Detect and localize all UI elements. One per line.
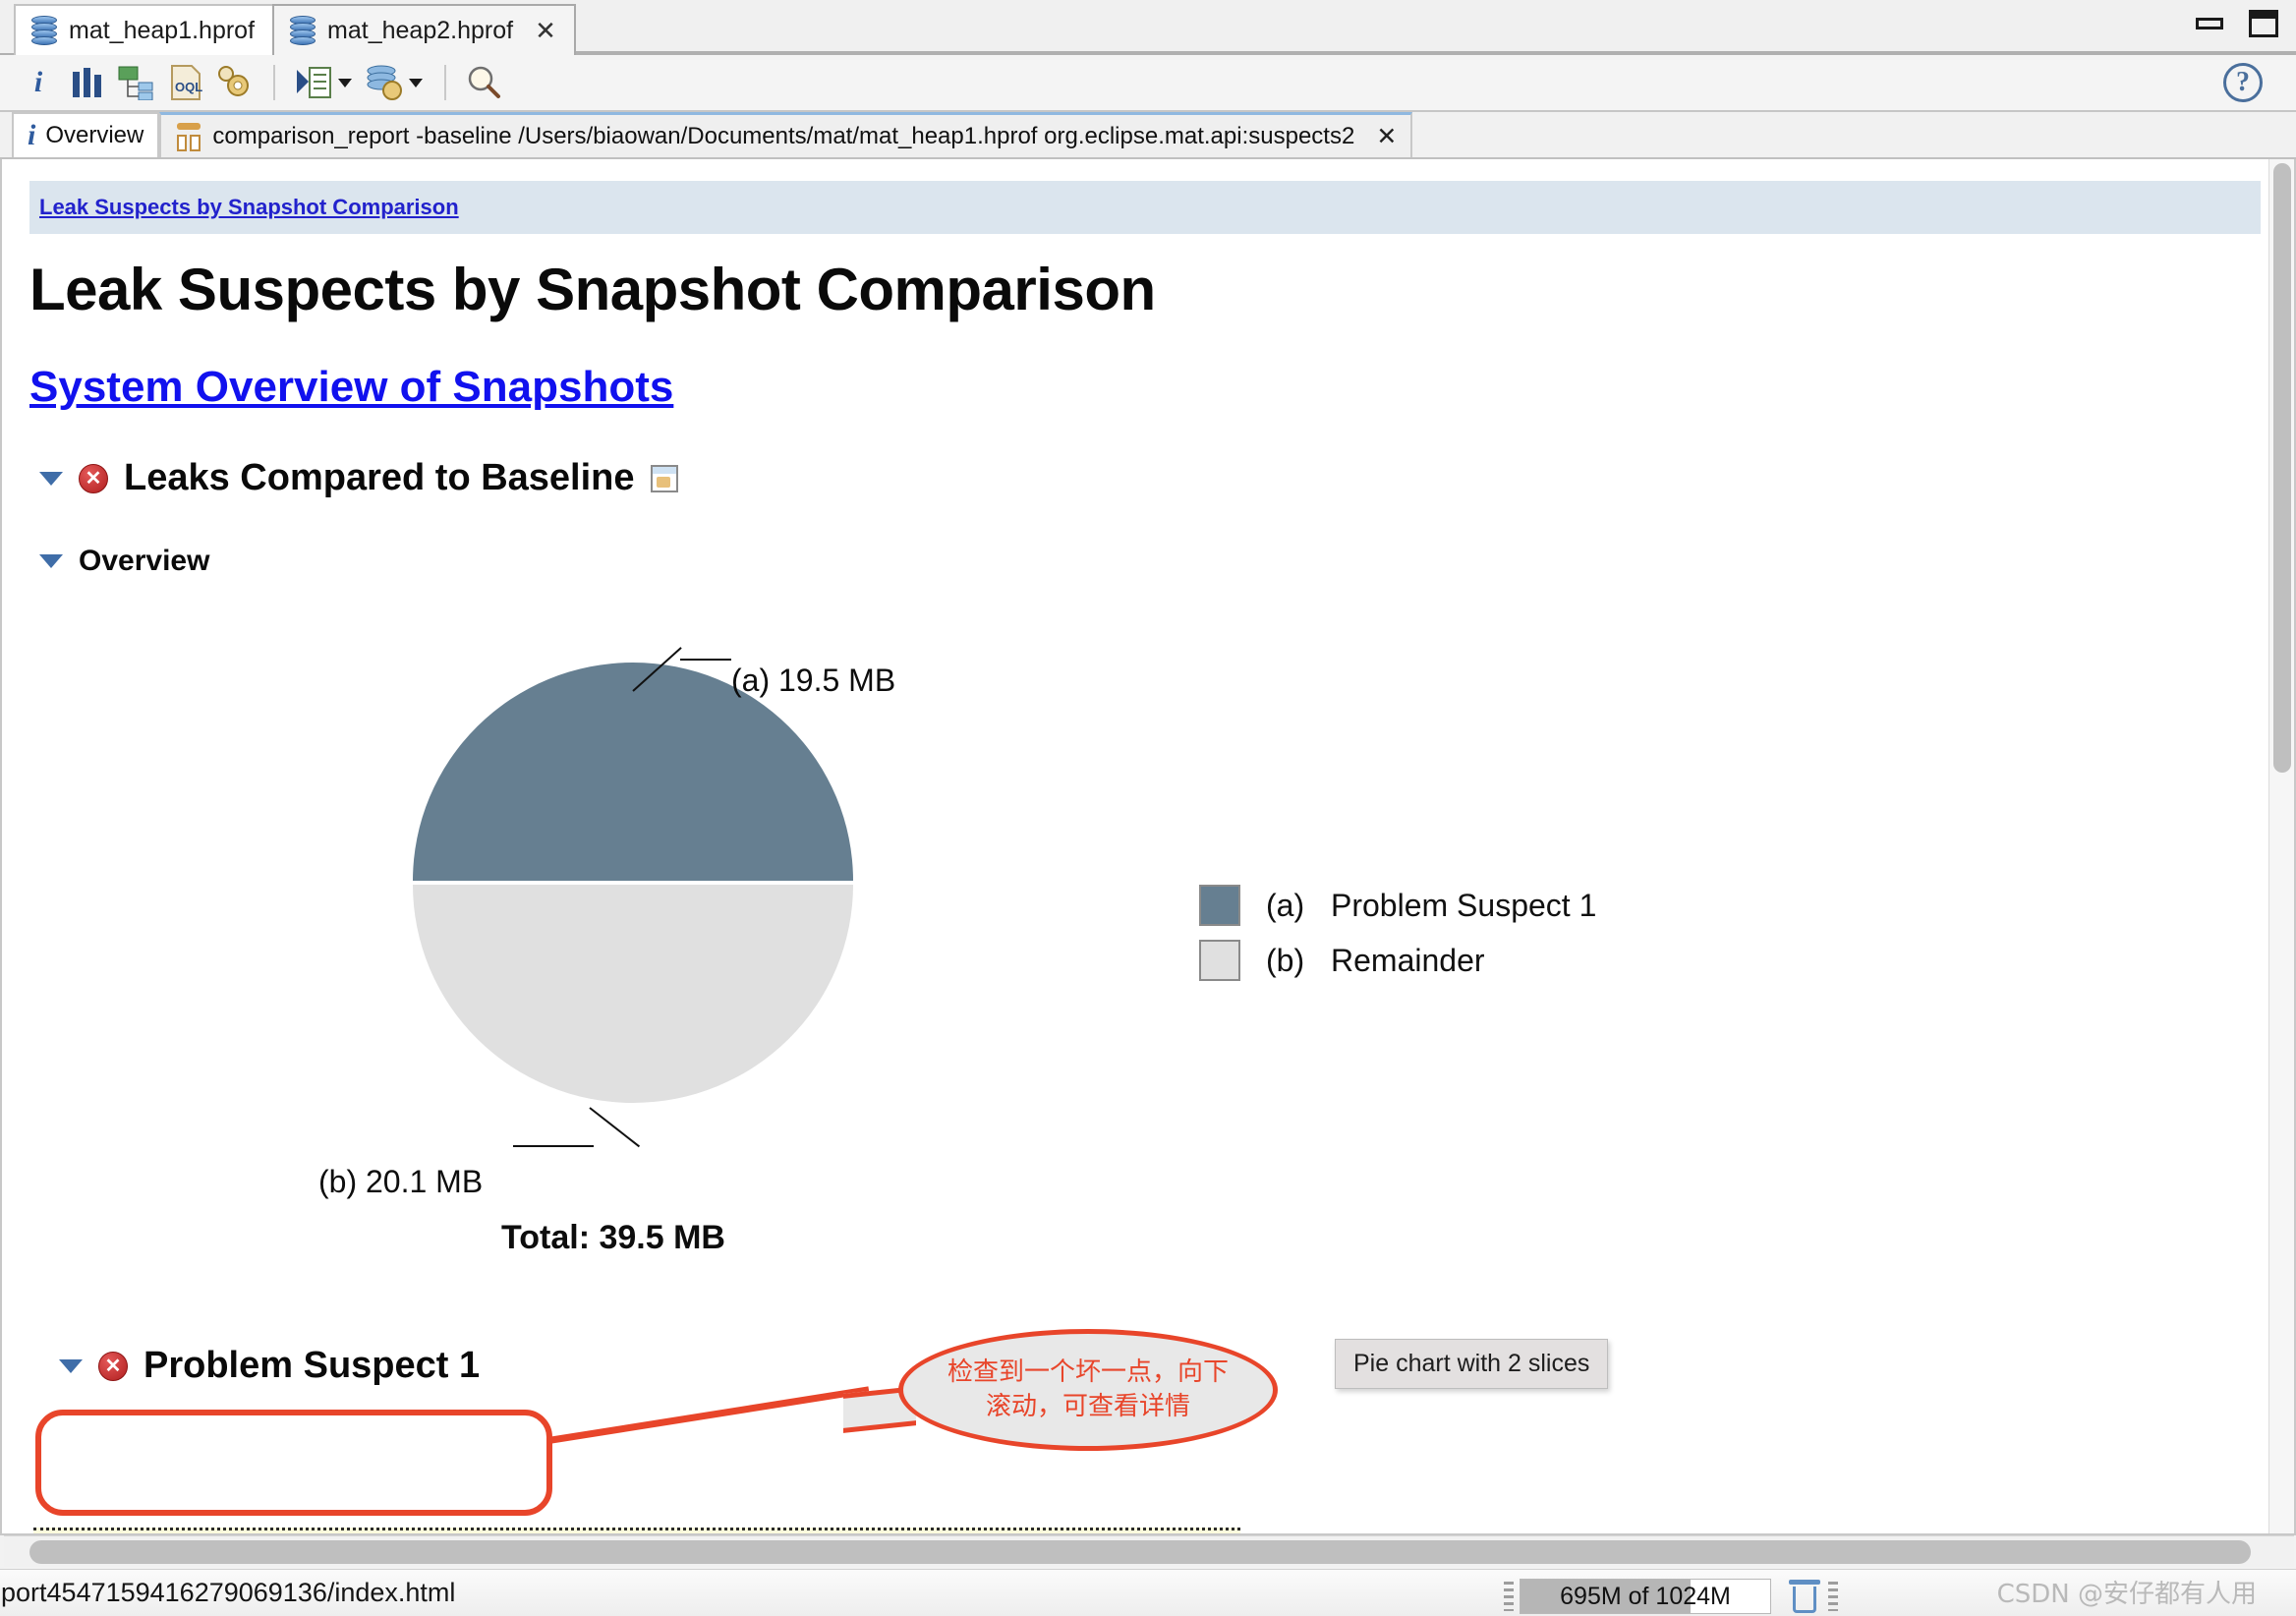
chart-tooltip: Pie chart with 2 slices [1335, 1339, 1609, 1389]
leader-line-a2 [680, 659, 731, 661]
oql-icon[interactable]: OQL [163, 60, 208, 105]
editor-tab-mat-heap2[interactable]: mat_heap2.hprof ✕ [272, 4, 576, 55]
pie-label-a: (a) 19.5 MB [731, 663, 896, 698]
report-page: Leak Suspects by Snapshot Comparison Lea… [2, 159, 2268, 1533]
view-tab-filler [1412, 112, 2296, 157]
legend-item-b: (b) Remainder [1199, 940, 1596, 981]
horizontal-scrollbar[interactable] [4, 1535, 2294, 1567]
svg-text:OQL: OQL [175, 80, 202, 94]
heap-dump-query-icon[interactable] [362, 60, 407, 105]
oql-glyph: OQL [171, 65, 202, 100]
section-label: Leaks Compared to Baseline [124, 457, 635, 498]
watermark: CSDN @安仔都有人用 [1996, 1580, 2257, 1609]
legend-swatch [1199, 940, 1240, 981]
tree-glyph [118, 66, 153, 100]
gear-glyph [218, 66, 249, 96]
heap-query-glyph [367, 65, 402, 100]
info-glyph: i [33, 66, 43, 98]
chart-legend: (a) Problem Suspect 1 (b) Remainder [1199, 885, 1596, 995]
close-icon[interactable]: ✕ [535, 18, 556, 43]
minimize-icon[interactable] [2196, 18, 2223, 29]
suspect-description-box: 4,900 instances of "com.example.test_mal… [33, 1528, 1240, 1533]
pie-label-b: (b) 20.1 MB [318, 1164, 484, 1199]
copy-to-clipboard-icon[interactable] [650, 464, 678, 492]
system-overview-link[interactable]: System Overview of Snapshots [29, 363, 673, 412]
toolbar-separator [273, 65, 275, 100]
application-window: mat_heap1.hprof mat_heap2.hprof ✕ i OQL … [0, 0, 2296, 1616]
breadcrumb-link[interactable]: Leak Suspects by Snapshot Comparison [39, 195, 459, 220]
editor-tab-label: mat_heap2.hprof [327, 16, 514, 44]
annotation-callout: 检查到一个坏一点，向下 滚动，可查看详情 [898, 1329, 1278, 1451]
leader-line-b2 [513, 1145, 594, 1147]
page-title: Leak Suspects by Snapshot Comparison [29, 257, 1156, 322]
error-icon: ✕ [98, 1351, 128, 1381]
close-icon[interactable]: ✕ [1376, 122, 1397, 151]
view-tab-strip: i Overview comparison_report -baseline /… [0, 112, 2296, 159]
trash-icon[interactable] [1787, 1578, 1822, 1615]
chevron-down-icon[interactable] [39, 554, 63, 568]
report-content-area: Leak Suspects by Snapshot Comparison Lea… [0, 159, 2296, 1535]
maximize-icon[interactable] [2249, 10, 2278, 37]
magnifier-glyph [468, 66, 500, 98]
tab-label: Overview [45, 122, 144, 148]
tab-overview[interactable]: i Overview [12, 112, 160, 157]
settings-gear-icon[interactable] [212, 60, 258, 105]
editor-tab-label: mat_heap1.hprof [69, 16, 256, 44]
vertical-scrollbar[interactable] [2268, 159, 2294, 1533]
tab-comparison-report[interactable]: comparison_report -baseline /Users/biaow… [159, 112, 1413, 157]
editor-tab-bar: mat_heap1.hprof mat_heap2.hprof ✕ [0, 0, 2296, 55]
histogram-icon[interactable] [65, 60, 110, 105]
search-icon[interactable] [462, 60, 507, 105]
pie-chart[interactable]: (a) 19.5 MB (b) 20.1 MB Total: 39.5 MB (… [2, 602, 2268, 1290]
annotation-text: 检查到一个坏一点，向下 滚动，可查看详情 [947, 1356, 1229, 1421]
status-path-text: eport4547159416279069136/index.html [0, 1578, 456, 1607]
chevron-down-icon[interactable] [409, 78, 423, 87]
legend-item-a: (a) Problem Suspect 1 [1199, 885, 1596, 926]
section-label: Problem Suspect 1 [144, 1345, 481, 1386]
drag-handle-right[interactable] [1828, 1582, 1838, 1611]
legend-label: (b) Remainder [1266, 942, 1485, 978]
drag-handle[interactable] [1504, 1582, 1514, 1611]
chevron-down-icon[interactable] [338, 78, 352, 87]
help-icon[interactable]: ? [2223, 63, 2263, 102]
status-bar: eport4547159416279069136/index.html 695M… [0, 1569, 2296, 1616]
heap-dump-icon [31, 16, 57, 45]
annotation-connector-line [547, 1386, 870, 1444]
pie-graphic [413, 663, 853, 1103]
chevron-down-icon[interactable] [59, 1358, 83, 1373]
main-toolbar: i OQL ? [0, 55, 2296, 112]
toolbar-separator [444, 65, 446, 100]
pie-total-label: Total: 39.5 MB [501, 1219, 725, 1256]
leader-line-b [589, 1107, 641, 1148]
window-controls [2196, 10, 2278, 37]
section-leaks-compared-to-baseline[interactable]: ✕ Leaks Compared to Baseline [39, 457, 2268, 499]
error-icon: ✕ [79, 463, 108, 493]
chevron-down-icon[interactable] [39, 471, 63, 486]
overview-info-icon[interactable]: i [16, 60, 61, 105]
editor-tab-mat-heap1[interactable]: mat_heap1.hprof [14, 4, 275, 55]
heap-usage-bar: 695M of 1024M [1520, 1579, 1771, 1614]
heap-usage-widget[interactable]: 695M of 1024M [1504, 1578, 1844, 1615]
scrollbar-thumb[interactable] [29, 1540, 2251, 1564]
dominator-tree-icon[interactable] [114, 60, 159, 105]
pie-slice-b [413, 885, 853, 1103]
histogram-glyph [73, 68, 101, 97]
run-expert-query-icon[interactable] [291, 60, 336, 105]
report-icon [175, 122, 202, 151]
breadcrumb: Leak Suspects by Snapshot Comparison [29, 181, 2261, 234]
heap-dump-icon [290, 16, 316, 45]
heap-usage-label: 695M of 1024M [1560, 1582, 1731, 1610]
info-icon: i [28, 119, 36, 151]
scrollbar-thumb[interactable] [2273, 163, 2291, 773]
section-overview[interactable]: Overview [39, 545, 2268, 578]
legend-label: (a) Problem Suspect 1 [1266, 887, 1597, 923]
run-query-glyph [297, 67, 331, 98]
annotation-highlight-box [35, 1410, 552, 1516]
tab-label: comparison_report -baseline /Users/biaow… [212, 122, 1355, 149]
tab-bar-filler [575, 2, 2296, 53]
legend-swatch [1199, 885, 1240, 926]
section-label: Overview [79, 545, 210, 577]
